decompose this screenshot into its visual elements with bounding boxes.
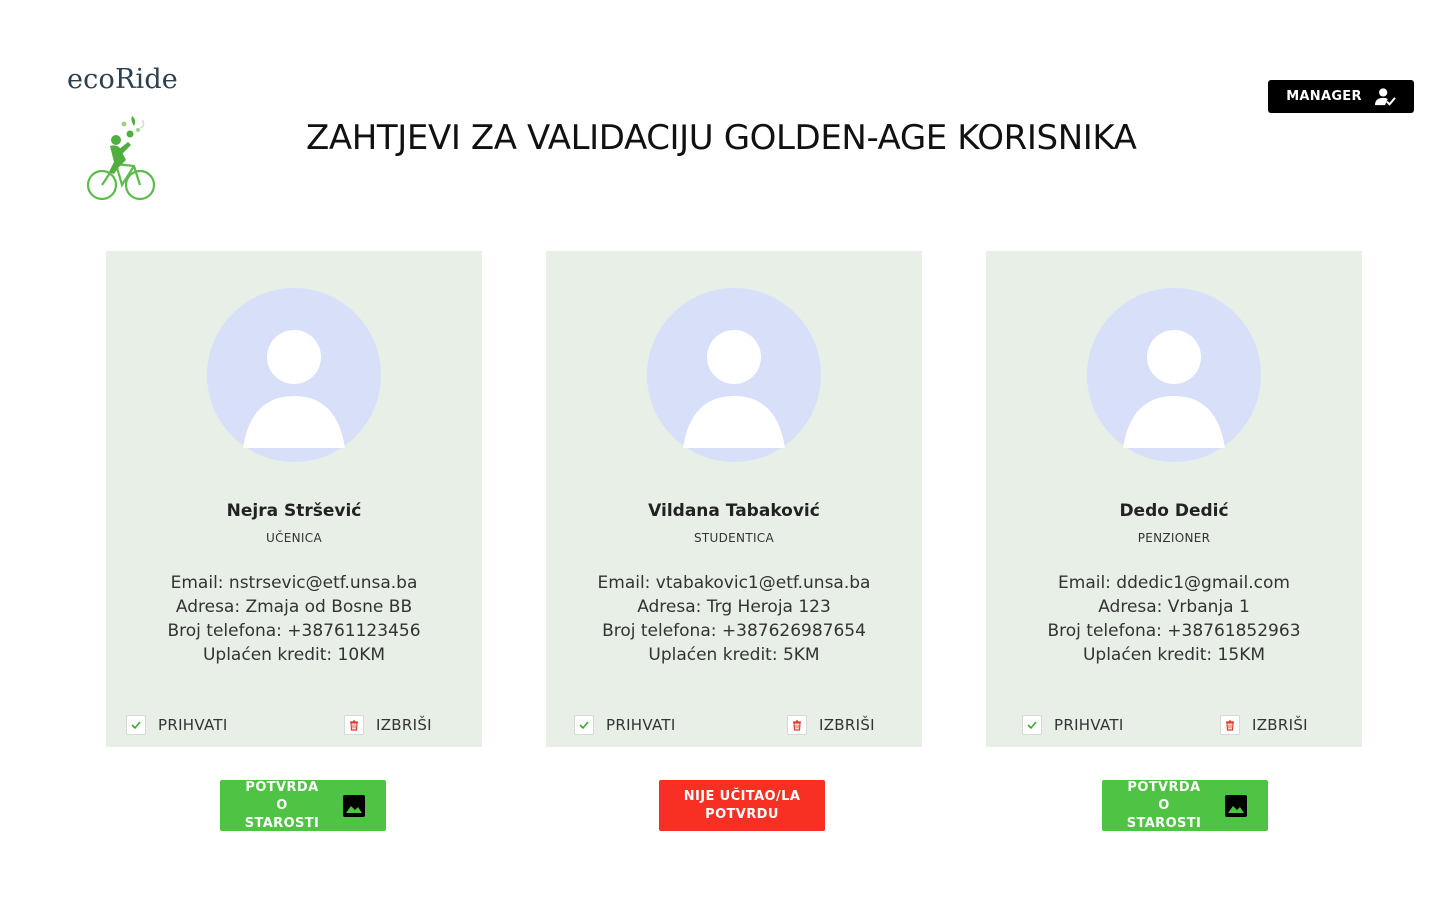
delete-button[interactable]: IZBRIŠI xyxy=(787,715,875,735)
age-proof-button[interactable]: POTVRDA O STAROSTI xyxy=(220,780,386,831)
user-phone: Broj telefona: +38761123456 xyxy=(167,621,421,641)
manager-button[interactable]: MANAGER xyxy=(1268,80,1414,113)
check-icon xyxy=(1022,715,1042,735)
brand-logo-text: ecoRide xyxy=(67,64,178,95)
user-name: Vildana Tabaković xyxy=(648,501,820,521)
user-details: Email: ddedic1@gmail.com Adresa: Vrbanja… xyxy=(986,571,1362,667)
manager-button-label: MANAGER xyxy=(1286,89,1362,104)
user-phone: Broj telefona: +38761852963 xyxy=(1047,621,1301,641)
delete-button[interactable]: IZBRIŠI xyxy=(1220,715,1308,735)
delete-button[interactable]: IZBRIŠI xyxy=(344,715,432,735)
user-card: Vildana Tabaković STUDENTICA Email: vtab… xyxy=(546,251,922,747)
delete-label: IZBRIŠI xyxy=(1252,716,1308,734)
accept-label: PRIHVATI xyxy=(606,716,676,734)
user-credit: Uplaćen kredit: 10KM xyxy=(202,645,386,665)
user-address: Adresa: Trg Heroja 123 xyxy=(637,597,831,617)
user-card: Nejra Stršević UČENICA Email: nstrsevic@… xyxy=(106,251,482,747)
delete-label: IZBRIŠI xyxy=(376,716,432,734)
user-credit: Uplaćen kredit: 5KM xyxy=(648,645,820,665)
image-icon xyxy=(343,794,365,817)
user-email: Email: ddedic1@gmail.com xyxy=(1058,573,1290,593)
age-proof-label: POTVRDA O STAROSTI xyxy=(1126,779,1202,831)
user-email: Email: vtabakovic1@etf.unsa.ba xyxy=(597,573,871,593)
user-name: Dedo Dedić xyxy=(1119,501,1229,521)
trash-icon xyxy=(344,715,364,735)
avatar-icon xyxy=(207,288,381,462)
missing-proof-button[interactable]: NIJE UČITAO/LA POTVRDU xyxy=(659,780,825,831)
user-card: Dedo Dedić PENZIONER Email: ddedic1@gmai… xyxy=(986,251,1362,747)
user-name: Nejra Stršević xyxy=(226,501,362,521)
avatar-icon xyxy=(1087,288,1261,462)
user-email: Email: nstrsevic@etf.unsa.ba xyxy=(170,573,418,593)
user-role: UČENICA xyxy=(266,531,322,545)
check-icon xyxy=(574,715,594,735)
check-icon xyxy=(126,715,146,735)
trash-icon xyxy=(787,715,807,735)
accept-button[interactable]: PRIHVATI xyxy=(1022,715,1124,735)
trash-icon xyxy=(1220,715,1240,735)
user-address: Adresa: Zmaja od Bosne BB xyxy=(175,597,413,617)
user-check-icon xyxy=(1374,87,1396,106)
user-details: Email: vtabakovic1@etf.unsa.ba Adresa: T… xyxy=(546,571,922,667)
accept-label: PRIHVATI xyxy=(1054,716,1124,734)
accept-label: PRIHVATI xyxy=(158,716,228,734)
age-proof-button[interactable]: POTVRDA O STAROSTI xyxy=(1102,780,1268,831)
user-role: STUDENTICA xyxy=(694,531,774,545)
image-icon xyxy=(1225,794,1247,817)
age-proof-label: POTVRDA O STAROSTI xyxy=(244,779,320,831)
accept-button[interactable]: PRIHVATI xyxy=(126,715,228,735)
delete-label: IZBRIŠI xyxy=(819,716,875,734)
missing-proof-label: NIJE UČITAO/LA POTVRDU xyxy=(683,788,801,822)
cyclist-icon xyxy=(86,116,156,201)
user-credit: Uplaćen kredit: 15KM xyxy=(1082,645,1266,665)
page-title: ZAHTJEVI ZA VALIDACIJU GOLDEN-AGE KORISN… xyxy=(306,118,1137,158)
user-phone: Broj telefona: +387626987654 xyxy=(602,621,866,641)
avatar-icon xyxy=(647,288,821,462)
accept-button[interactable]: PRIHVATI xyxy=(574,715,676,735)
user-address: Adresa: Vrbanja 1 xyxy=(1098,597,1250,617)
user-role: PENZIONER xyxy=(1137,531,1211,545)
user-details: Email: nstrsevic@etf.unsa.ba Adresa: Zma… xyxy=(106,571,482,667)
